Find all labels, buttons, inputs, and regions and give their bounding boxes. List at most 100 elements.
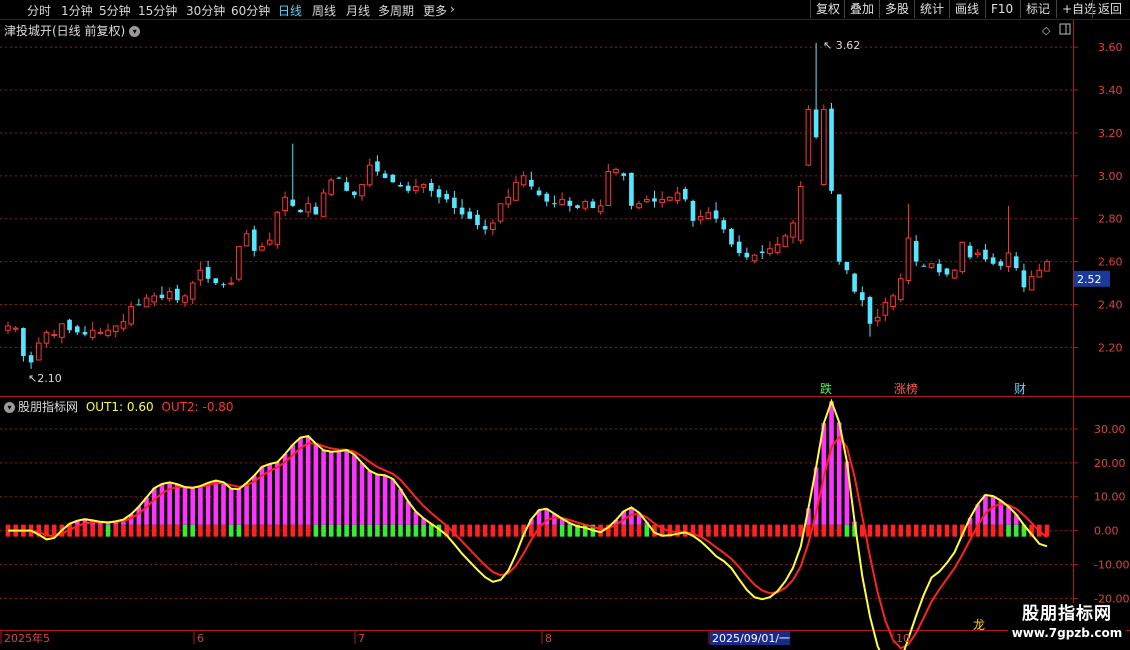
indicator-histogram-bar: [313, 443, 319, 525]
title-dropdown-icon[interactable]: ▾: [129, 26, 141, 37]
watermark-url: www.7gpzb.com: [1011, 626, 1123, 640]
indicator-base-block: [236, 524, 242, 537]
candle-body: [820, 108, 827, 185]
indicator-base-block: [682, 524, 688, 537]
indicator-base-block: [636, 524, 642, 537]
candle-body: [944, 268, 950, 275]
candle-body: [497, 203, 504, 222]
indicator-tick-label: 30.00: [1094, 423, 1126, 436]
indicator-base-block: [790, 524, 796, 537]
indicator-histogram-bar: [344, 450, 349, 525]
indicator-histogram-bar: [282, 453, 288, 525]
indicator-base-block: [621, 524, 627, 537]
price-tick-label: 3.00: [1098, 170, 1123, 183]
candle-body: [874, 316, 881, 322]
indicator-base-block: [567, 524, 573, 537]
candle-body: [597, 205, 604, 213]
indicator-base-block: [967, 524, 973, 537]
indicator-base-block: [829, 524, 834, 537]
candle-body: [936, 263, 942, 273]
indicator-base-block: [998, 524, 1004, 537]
candle-body: [983, 249, 988, 260]
candle-body: [128, 306, 134, 325]
price-tick-label: 2.60: [1098, 256, 1123, 269]
candle-body: [836, 194, 842, 262]
date-label-3: 8: [545, 632, 552, 645]
indicator-base-block: [328, 524, 334, 537]
indicator-base-block: [944, 524, 950, 537]
indicator-base-block: [529, 524, 534, 537]
candle-body: [1036, 269, 1043, 278]
candle-body: [320, 192, 327, 217]
indicator-base-block: [836, 524, 842, 537]
candle-body: [298, 209, 303, 213]
indicator-base-block: [267, 524, 272, 537]
indicator-base-block: [121, 524, 126, 537]
out2-line: [8, 435, 1048, 650]
indicator-histogram-bar: [190, 487, 196, 525]
indicator-base-block: [875, 524, 880, 537]
candle-body: [990, 257, 996, 264]
event-marker-1: 涨榜: [894, 381, 918, 396]
candle-body: [243, 233, 250, 247]
candle-body: [974, 252, 981, 256]
candle-body: [259, 246, 265, 251]
indicator-base-block: [906, 524, 911, 537]
indicator-base-block: [159, 524, 165, 537]
out1-label: OUT1: 0.60: [85, 400, 154, 414]
indicator-base-block: [744, 524, 750, 537]
candle-body: [89, 329, 96, 338]
candle-body: [452, 197, 457, 208]
indicator-base-block: [98, 524, 103, 537]
candle-body: [398, 184, 403, 187]
indicator-histogram-bar: [305, 436, 311, 525]
indicator-histogram-bar: [390, 478, 396, 525]
event-marker-2: 财: [1014, 382, 1026, 396]
candle-body: [759, 251, 765, 254]
indicator-base-block: [221, 524, 226, 537]
indicator-histogram-bar: [336, 451, 342, 525]
candle-body: [28, 355, 34, 363]
indicator-base-block: [305, 524, 311, 537]
candle-body: [928, 263, 935, 268]
indicator-base-block: [813, 524, 819, 537]
indicator-base-block: [544, 524, 550, 537]
indicator-dropdown-icon[interactable]: ▾: [4, 402, 15, 413]
indicator-base-block: [344, 524, 349, 537]
indicator-base-block: [136, 524, 142, 537]
indicator-base-block: [90, 524, 95, 537]
candle-body: [112, 325, 119, 333]
indicator-base-block: [182, 524, 188, 537]
candle-body: [175, 288, 180, 301]
candle-body: [67, 319, 72, 331]
candle-body: [590, 201, 596, 208]
candle-body: [774, 243, 781, 253]
indicator-base-block: [898, 524, 904, 537]
candle-body: [290, 199, 296, 206]
candle-body: [536, 190, 542, 196]
indicator-base-block: [775, 524, 780, 537]
candle-body: [682, 189, 688, 200]
candle-body: [344, 182, 349, 191]
candle-body: [328, 179, 335, 195]
indicator-histogram-bar: [159, 484, 165, 525]
candle-body: [605, 171, 612, 206]
candle-body: [143, 297, 150, 308]
indicator-histogram-bar: [328, 451, 334, 525]
price-tick-label: 2.40: [1098, 299, 1123, 312]
candle-body: [182, 295, 188, 303]
indicator-base-block: [205, 524, 211, 537]
candle-body: [998, 261, 1004, 266]
indicator-base-block: [490, 524, 496, 537]
candle-body: [366, 164, 373, 186]
indicator-histogram-bar: [144, 497, 149, 525]
indicator-histogram-bar: [990, 496, 996, 525]
stock-title: 津投城开(日线 前复权): [4, 24, 126, 38]
candle-body: [467, 211, 473, 219]
candle-body: [475, 214, 480, 226]
chart-title: 津投城开(日线 前复权) ▾: [4, 22, 141, 39]
indicator-base-block: [821, 524, 827, 537]
indicator-base-block: [321, 524, 326, 537]
candle-body: [1005, 252, 1012, 267]
candle-body: [5, 325, 11, 331]
